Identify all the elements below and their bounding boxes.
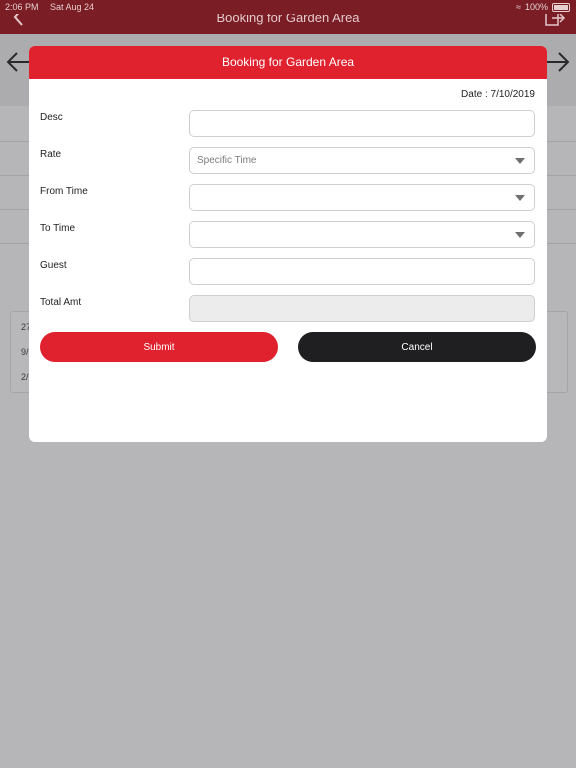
to-time-label: To Time bbox=[40, 223, 76, 234]
rate-selected-value: Specific Time bbox=[197, 155, 257, 166]
rate-select[interactable]: Specific Time bbox=[189, 147, 535, 174]
desc-label: Desc bbox=[40, 112, 63, 123]
dropdown-caret-icon bbox=[515, 232, 525, 238]
wifi-icon: ≈ bbox=[516, 2, 521, 12]
booking-date: Date : 7/10/2019 bbox=[461, 89, 535, 100]
dropdown-caret-icon bbox=[515, 158, 525, 164]
dropdown-caret-icon bbox=[515, 195, 525, 201]
table-row: 9/ bbox=[21, 347, 29, 357]
status-time: 2:06 PM bbox=[5, 2, 39, 12]
submit-button[interactable]: Submit bbox=[40, 332, 278, 362]
from-time-select[interactable] bbox=[189, 184, 535, 211]
page: Booking for Garden Area 2:06 PM Sat Aug … bbox=[0, 0, 576, 768]
previous-arrow-icon[interactable] bbox=[5, 50, 31, 74]
battery-percent: 100% bbox=[524, 2, 548, 12]
next-arrow-icon[interactable] bbox=[545, 50, 571, 74]
cancel-button[interactable]: Cancel bbox=[298, 332, 536, 362]
modal-title: Booking for Garden Area bbox=[29, 46, 547, 79]
booking-modal: Booking for Garden Area Date : 7/10/2019… bbox=[29, 46, 547, 442]
total-amt-label: Total Amt bbox=[40, 297, 82, 308]
guest-label: Guest bbox=[40, 260, 67, 271]
desc-input[interactable] bbox=[189, 110, 535, 137]
from-time-label: From Time bbox=[40, 186, 88, 197]
total-amt-field bbox=[189, 295, 535, 322]
status-bar: 2:06 PM Sat Aug 24 ≈ 100% bbox=[0, 0, 576, 14]
status-date: Sat Aug 24 bbox=[50, 2, 95, 12]
battery-icon bbox=[552, 2, 570, 12]
to-time-select[interactable] bbox=[189, 221, 535, 248]
table-row: 2/ bbox=[21, 372, 29, 382]
guest-input[interactable] bbox=[189, 258, 535, 285]
status-indicators: ≈ 100% bbox=[516, 0, 570, 14]
rate-label: Rate bbox=[40, 149, 62, 160]
